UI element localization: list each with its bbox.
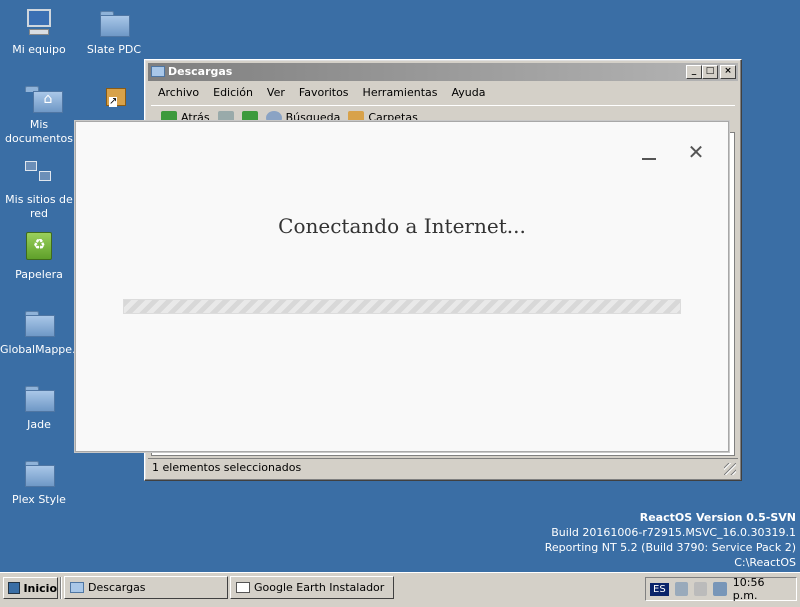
network-icon bbox=[23, 157, 55, 189]
menu-bar: Archivo Edición Ver Favoritos Herramient… bbox=[151, 83, 735, 103]
start-icon bbox=[8, 582, 21, 594]
progress-fill bbox=[124, 300, 680, 313]
close-button[interactable]: × bbox=[720, 65, 736, 79]
window-title: Descargas bbox=[168, 65, 233, 78]
menu-ayuda[interactable]: Ayuda bbox=[444, 83, 492, 103]
progress-bar bbox=[123, 299, 681, 314]
window-icon bbox=[236, 582, 250, 593]
menu-herramientas[interactable]: Herramientas bbox=[356, 83, 445, 103]
status-bar: 1 elementos seleccionados bbox=[148, 458, 738, 477]
system-tray: ES 10:56 p.m. bbox=[645, 576, 797, 602]
desktop-icon-label: GlobalMappe… bbox=[0, 343, 84, 356]
folder-icon bbox=[23, 307, 55, 339]
desktop-icon-label: Jade bbox=[27, 418, 51, 431]
desktop-icon-jade[interactable]: Jade bbox=[0, 382, 78, 432]
desktop-icon-my-documents[interactable]: Mis documentos bbox=[0, 82, 78, 146]
recycle-bin-icon bbox=[26, 232, 52, 260]
computer-icon bbox=[23, 7, 55, 39]
folder-icon bbox=[23, 382, 55, 414]
reporting-line: Reporting NT 5.2 (Build 3790: Service Pa… bbox=[544, 541, 796, 554]
folder-icon bbox=[23, 457, 55, 489]
version-info: ReactOS Version 0.5-SVN Build 20161006-r… bbox=[545, 510, 796, 570]
documents-icon bbox=[23, 82, 63, 114]
taskbar: Inicio Descargas Google Earth Instalador… bbox=[0, 572, 800, 607]
status-text: 1 elementos seleccionados bbox=[152, 461, 302, 474]
desktop-icon-plex-style[interactable]: Plex Style bbox=[0, 457, 78, 507]
desktop-icon-label: Plex Style bbox=[12, 493, 66, 506]
desktop-icon-globalmapper[interactable]: GlobalMappe… bbox=[0, 307, 84, 357]
task-descargas[interactable]: Descargas bbox=[64, 576, 228, 599]
folder-icon bbox=[70, 582, 84, 593]
folder-icon bbox=[98, 7, 130, 39]
dialog-minimize-button[interactable] bbox=[642, 150, 656, 160]
start-label: Inicio bbox=[23, 581, 57, 595]
desktop-icon-my-computer[interactable]: Mi equipo bbox=[0, 7, 78, 57]
folder-icon bbox=[151, 66, 165, 77]
safely-remove-icon[interactable] bbox=[674, 582, 689, 596]
task-google-earth-installer[interactable]: Google Earth Instalador bbox=[230, 576, 394, 599]
desktop-icon-label: Mi equipo bbox=[12, 43, 66, 56]
clock[interactable]: 10:56 p.m. bbox=[733, 576, 796, 602]
volume-icon[interactable] bbox=[694, 582, 708, 596]
menu-favoritos[interactable]: Favoritos bbox=[292, 83, 356, 103]
task-label: Google Earth Instalador bbox=[254, 581, 385, 594]
version-line: ReactOS Version 0.5-SVN bbox=[639, 511, 796, 524]
dialog-close-button[interactable]: ✕ bbox=[686, 142, 706, 162]
menu-ver[interactable]: Ver bbox=[260, 83, 292, 103]
desktop-icon-label: Mis documentos bbox=[5, 118, 73, 145]
path-line: C:\ReactOS bbox=[734, 556, 796, 569]
network-status-icon[interactable] bbox=[713, 582, 727, 596]
build-line: Build 20161006-r72915.MSVC_16.0.30319.1 bbox=[551, 526, 796, 539]
task-label: Descargas bbox=[88, 581, 146, 594]
desktop-icon-recycle-bin[interactable]: Papelera bbox=[0, 232, 78, 282]
resize-grip[interactable] bbox=[724, 463, 736, 475]
taskbar-divider bbox=[60, 577, 62, 599]
window-titlebar[interactable]: Descargas _ □ × bbox=[148, 63, 738, 81]
maximize-button[interactable]: □ bbox=[702, 65, 718, 79]
desktop-icon-slate-pdc[interactable]: Slate PDC bbox=[75, 7, 153, 57]
desktop-icon-network[interactable]: Mis sitios de red bbox=[0, 157, 78, 221]
desktop-icon-label: Mis sitios de red bbox=[5, 193, 73, 220]
installer-dialog[interactable]: ✕ Conectando a Internet... bbox=[75, 121, 729, 452]
connecting-message: Conectando a Internet... bbox=[278, 214, 526, 238]
menu-archivo[interactable]: Archivo bbox=[151, 83, 206, 103]
minimize-button[interactable]: _ bbox=[686, 65, 702, 79]
menu-edicion[interactable]: Edición bbox=[206, 83, 260, 103]
desktop-icon-label: Slate PDC bbox=[86, 43, 142, 56]
setup-icon bbox=[98, 82, 130, 114]
language-indicator[interactable]: ES bbox=[650, 582, 669, 596]
desktop-icon-label: Papelera bbox=[15, 268, 63, 281]
start-button[interactable]: Inicio bbox=[3, 577, 58, 599]
